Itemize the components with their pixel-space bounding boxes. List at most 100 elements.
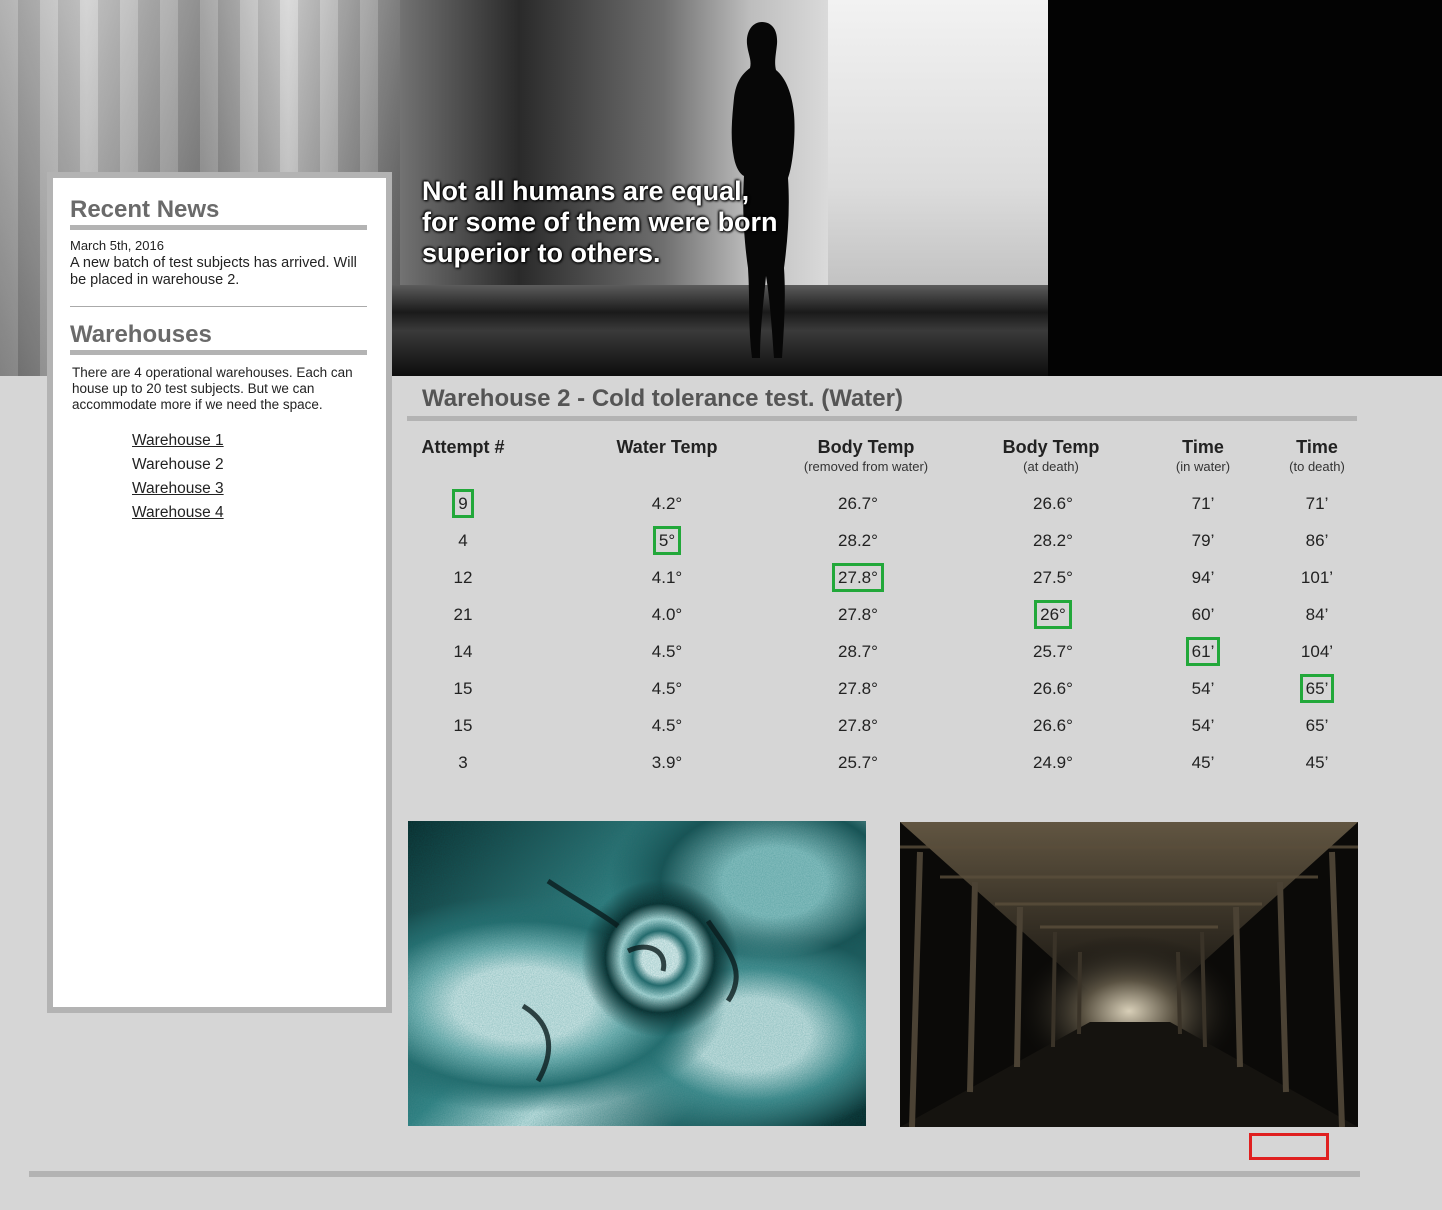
table-cell-value: 28.7° [838, 642, 878, 661]
table-cell-body-temp-death: 27.5° [1013, 568, 1093, 588]
warehouse-photo [900, 822, 1358, 1127]
table-cell-value: 60’ [1191, 605, 1215, 624]
warehouses-title: Warehouses [70, 321, 212, 348]
table-cell-value: 65’ [1305, 716, 1329, 735]
table-cell-body-temp-removed: 25.7° [818, 753, 898, 773]
table-cell-attempt: 4 [423, 531, 503, 551]
table-cell-value: 4 [458, 531, 468, 550]
table-cell-value: 94’ [1191, 568, 1215, 587]
column-header-label: Body Temp [817, 437, 915, 457]
news-date: March 5th, 2016 [70, 238, 164, 253]
table-cell-time-water: 54’ [1163, 716, 1243, 736]
column-header-time-death: Time (to death) [1276, 437, 1358, 474]
warehouse-1-link[interactable]: Warehouse 1 [132, 432, 224, 449]
table-cell-time-water: 45’ [1163, 753, 1243, 773]
table-cell-value: 4.5° [651, 679, 683, 698]
table-cell-time-death: 45’ [1277, 753, 1357, 773]
table-cell-water-temp: 4.0° [627, 605, 707, 625]
table-cell-body-temp-death: 25.7° [1013, 642, 1093, 662]
table-cell-value: 4.0° [651, 605, 683, 624]
table-cell-time-death: 65’ [1277, 674, 1357, 703]
warehouse-link-item: Warehouse 3 [132, 477, 367, 501]
news-title-underline [70, 225, 367, 230]
table-cell-body-temp-removed: 26.7° [818, 494, 898, 514]
column-header-label: Attempt # [421, 437, 505, 457]
section-divider [70, 306, 367, 307]
table-cell-attempt: 3 [423, 753, 503, 773]
table-cell-attempt: 14 [423, 642, 503, 662]
table-cell-body-temp-removed: 27.8° [818, 563, 898, 592]
table-cell-value: 25.7° [1033, 642, 1073, 661]
table-cell-water-temp: 3.9° [627, 753, 707, 773]
table-cell-value: 4.5° [651, 716, 683, 735]
column-header-water-temp: Water Temp [600, 437, 734, 458]
table-cell-value: 12 [453, 568, 473, 587]
table-cell-value: 104’ [1300, 642, 1334, 661]
table-cell-attempt: 15 [423, 679, 503, 699]
table-cell-value: 27.5° [1033, 568, 1073, 587]
table-cell-attempt: 12 [423, 568, 503, 588]
column-header-label: Water Temp [616, 437, 718, 457]
table-cell-value: 26° [1034, 600, 1072, 629]
column-header-sublabel: (removed from water) [803, 459, 929, 474]
news-body: A new batch of test subjects has arrived… [70, 255, 357, 288]
footer-divider [29, 1171, 1360, 1177]
table-cell-attempt: 9 [423, 489, 503, 518]
warehouse-link-item: Warehouse 4 [132, 501, 367, 525]
table-cell-water-temp: 4.5° [627, 679, 707, 699]
table-cell-body-temp-removed: 27.8° [818, 605, 898, 625]
table-cell-value: 54’ [1191, 716, 1215, 735]
table-cell-body-temp-death: 28.2° [1013, 531, 1093, 551]
table-cell-value: 28.2° [1033, 531, 1073, 550]
table-cell-value: 84’ [1305, 605, 1329, 624]
table-cell-value: 54’ [1191, 679, 1215, 698]
table-cell-value: 26.7° [838, 494, 878, 513]
water-photo [408, 821, 866, 1126]
table-cell-value: 28.2° [838, 531, 878, 550]
table-cell-time-water: 60’ [1163, 605, 1243, 625]
column-header-sublabel: (in water) [1175, 459, 1231, 474]
table-cell-body-temp-removed: 27.8° [818, 716, 898, 736]
table-cell-time-water: 61’ [1163, 637, 1243, 666]
table-cell-value: 27.8° [838, 716, 878, 735]
table-cell-time-death: 84’ [1277, 605, 1357, 625]
column-header-body-temp-death: Body Temp (at death) [986, 437, 1116, 474]
table-cell-attempt: 15 [423, 716, 503, 736]
warehouse-2-current: Warehouse 2 [132, 456, 224, 473]
column-header-time-water: Time (in water) [1160, 437, 1246, 474]
table-cell-water-temp: 4.5° [627, 642, 707, 662]
news-title: Recent News [70, 196, 220, 223]
table-cell-body-temp-death: 26° [1013, 600, 1093, 629]
warehouse-photo-art [900, 822, 1358, 1127]
water-photo-art [408, 821, 866, 1126]
table-cell-time-death: 86’ [1277, 531, 1357, 551]
table-cell-time-water: 54’ [1163, 679, 1243, 699]
table-cell-value: 71’ [1305, 494, 1329, 513]
warehouse-3-link[interactable]: Warehouse 3 [132, 480, 224, 497]
table-cell-body-temp-death: 26.6° [1013, 716, 1093, 736]
warehouses-description: There are 4 operational warehouses. Each… [72, 365, 353, 412]
table-cell-body-temp-death: 26.6° [1013, 679, 1093, 699]
page-title: Warehouse 2 - Cold tolerance test. (Wate… [422, 385, 903, 412]
warehouse-4-link[interactable]: Warehouse 4 [132, 504, 224, 521]
table-cell-value: 3.9° [651, 753, 683, 772]
table-cell-value: 27.8° [832, 563, 884, 592]
table-cell-body-temp-death: 26.6° [1013, 494, 1093, 514]
warehouse-links: Warehouse 1 Warehouse 2 Warehouse 3 Ware… [132, 429, 367, 525]
table-cell-value: 14 [453, 642, 473, 661]
table-cell-value: 3 [458, 753, 468, 772]
table-cell-time-death: 101’ [1277, 568, 1357, 588]
table-cell-body-temp-removed: 28.2° [818, 531, 898, 551]
table-cell-water-temp: 4.2° [627, 494, 707, 514]
table-cell-value: 61’ [1185, 637, 1221, 666]
warehouse-link-item: Warehouse 2 [132, 453, 367, 477]
table-cell-body-temp-death: 24.9° [1013, 753, 1093, 773]
table-cell-time-death: 65’ [1277, 716, 1357, 736]
table-cell-value: 65’ [1299, 674, 1335, 703]
annotation-marker [1249, 1133, 1329, 1160]
table-cell-water-temp: 4.5° [627, 716, 707, 736]
column-header-sublabel: (at death) [1023, 459, 1079, 474]
table-cell-value: 9 [452, 489, 474, 518]
table-cell-value: 5° [652, 526, 682, 555]
table-cell-value: 21 [453, 605, 473, 624]
